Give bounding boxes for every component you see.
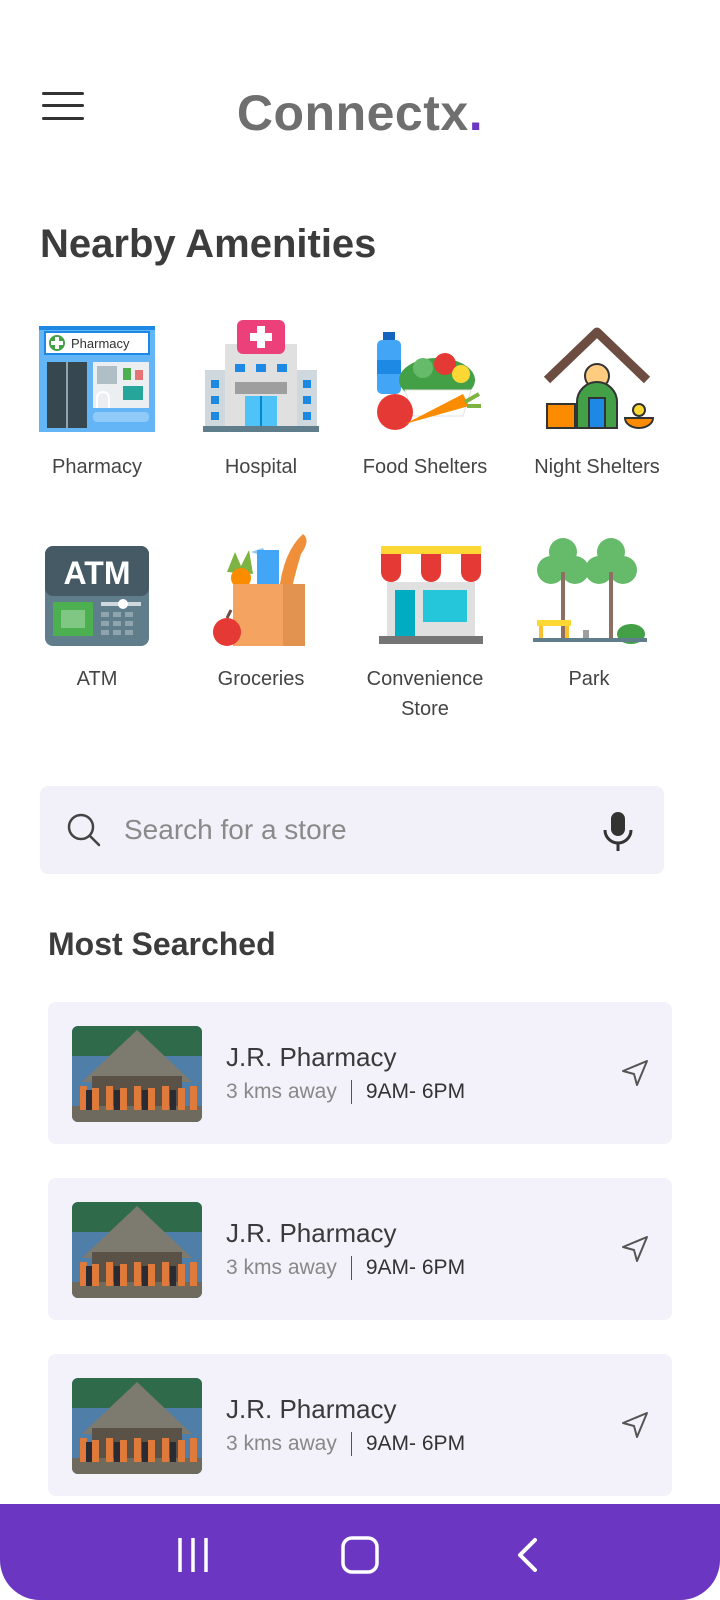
store-distance: 3 kms away: [226, 1080, 337, 1103]
store-hours: 9AM- 6PM: [365, 1432, 466, 1455]
store-hours: 9AM- 6PM: [365, 1080, 466, 1103]
store-name: J.R. Pharmacy: [226, 1042, 397, 1072]
back-icon[interactable]: [504, 1530, 554, 1580]
label-line: Store: [401, 698, 449, 720]
amenity-label: Park: [568, 668, 610, 690]
store-search-bar[interactable]: [40, 786, 664, 874]
most-searched-title: Most Searched: [48, 926, 276, 962]
amenity-label: ATM: [76, 668, 118, 690]
amenity-label: Convenience Store: [340, 664, 510, 724]
amenity-label: Food Shelters: [362, 456, 488, 478]
store-photo: [72, 1202, 202, 1298]
microphone-icon[interactable]: [600, 810, 636, 852]
divider: [350, 1080, 352, 1104]
atm-icon: ATM: [37, 532, 157, 648]
store-photo: [72, 1026, 202, 1122]
amenity-food-shelters[interactable]: Food Shelters: [340, 320, 510, 482]
logo-dot: .: [468, 85, 484, 141]
convenience-store-icon: [365, 532, 485, 648]
nearby-amenities-title: Nearby Amenities: [40, 222, 377, 266]
groceries-icon: [201, 532, 321, 648]
amenity-hospital[interactable]: Hospital: [176, 320, 346, 482]
amenity-night-shelters[interactable]: Night Shelters: [512, 320, 682, 482]
store-name: J.R. Pharmacy: [226, 1218, 397, 1248]
store-name: J.R. Pharmacy: [226, 1394, 397, 1424]
store-photo: [72, 1378, 202, 1474]
store-card[interactable]: J.R. Pharmacy 3 kms away 9AM- 6PM: [48, 1002, 672, 1144]
divider: [350, 1432, 352, 1456]
store-meta: 3 kms away 9AM- 6PM: [226, 1432, 465, 1456]
app-logo: Connectx.: [0, 84, 720, 142]
store-distance: 3 kms away: [226, 1432, 337, 1455]
amenity-park[interactable]: Park: [504, 532, 674, 694]
pharmacy-icon: Pharmacy: [37, 320, 157, 436]
pharmacy-sign-text: Pharmacy: [71, 336, 130, 351]
amenity-pharmacy[interactable]: Pharmacy Pharmacy: [12, 320, 182, 482]
navigate-icon[interactable]: [620, 1058, 650, 1088]
amenity-atm[interactable]: ATM ATM: [12, 532, 182, 694]
amenity-label: Night Shelters: [534, 456, 660, 478]
system-navigation-bar: [0, 1504, 720, 1600]
label-line: Convenience: [366, 668, 484, 690]
food-shelter-icon: [365, 320, 485, 436]
home-icon[interactable]: [335, 1530, 385, 1580]
atm-sign-text: ATM: [64, 555, 131, 591]
amenity-groceries[interactable]: Groceries: [176, 532, 346, 694]
store-card[interactable]: J.R. Pharmacy 3 kms away 9AM- 6PM: [48, 1178, 672, 1320]
search-input[interactable]: [124, 806, 564, 854]
amenity-label: Pharmacy: [51, 456, 143, 478]
amenity-convenience-store[interactable]: Convenience Store: [340, 532, 510, 724]
park-icon: [529, 532, 649, 648]
amenity-label: Groceries: [217, 668, 305, 690]
amenity-label: Hospital: [224, 456, 298, 478]
store-distance: 3 kms away: [226, 1256, 337, 1279]
hospital-icon: [201, 320, 321, 436]
night-shelter-icon: [537, 320, 657, 436]
store-card[interactable]: J.R. Pharmacy 3 kms away 9AM- 6PM: [48, 1354, 672, 1496]
search-icon: [67, 813, 101, 847]
navigate-icon[interactable]: [620, 1234, 650, 1264]
store-hours: 9AM- 6PM: [365, 1256, 466, 1279]
navigate-icon[interactable]: [620, 1410, 650, 1440]
divider: [350, 1256, 352, 1280]
store-meta: 3 kms away 9AM- 6PM: [226, 1080, 465, 1104]
store-meta: 3 kms away 9AM- 6PM: [226, 1256, 465, 1280]
recent-apps-icon[interactable]: [168, 1530, 218, 1580]
logo-text: Connectx: [236, 85, 469, 141]
